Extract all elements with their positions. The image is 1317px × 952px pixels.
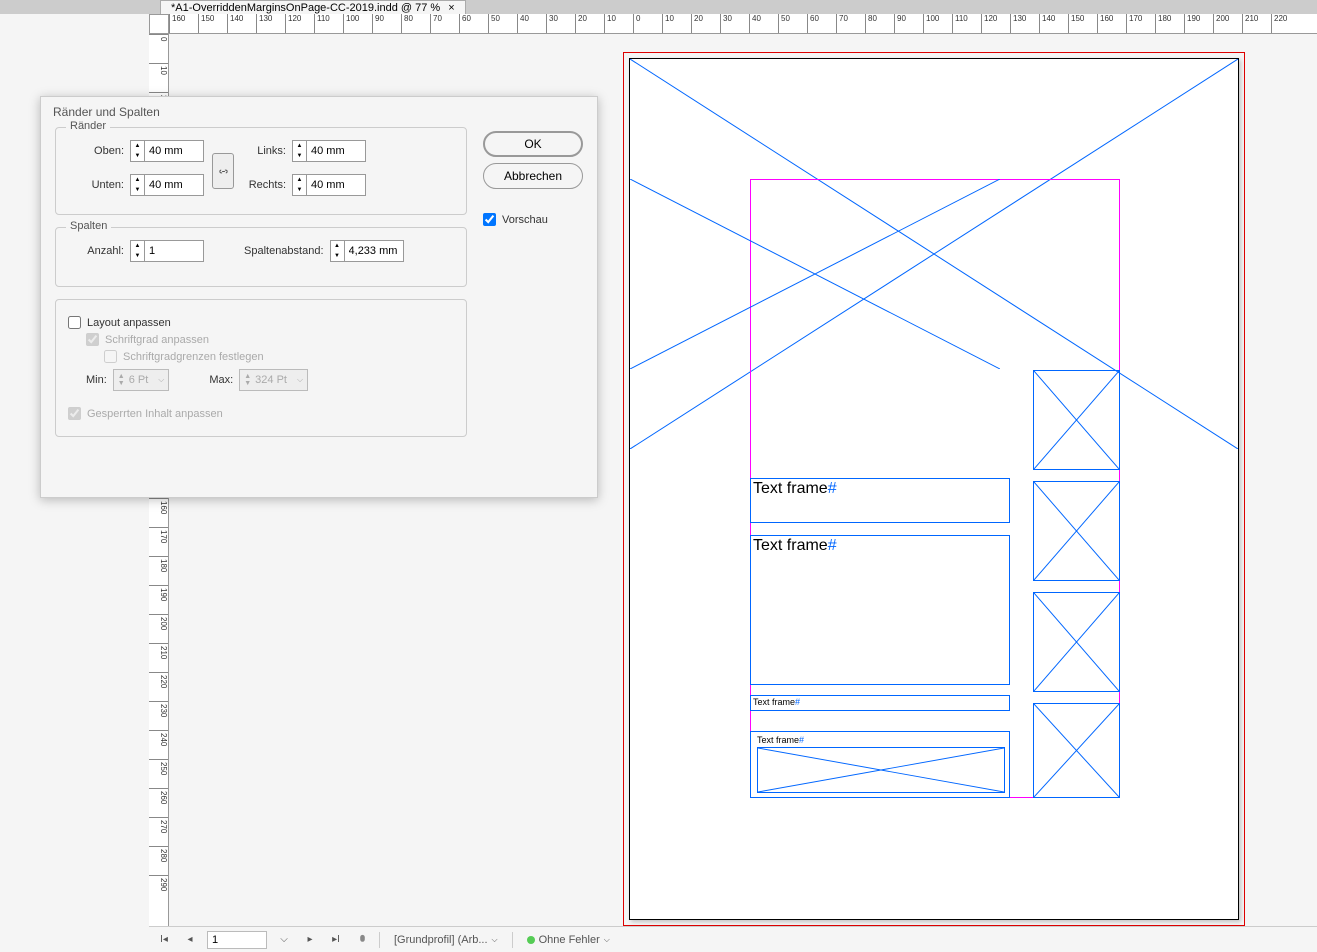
adjust-fontsize-checkbox: Schriftgrad anpassen xyxy=(86,333,454,346)
tab-title: *A1-OverriddenMarginsOnPage-CC-2019.indd… xyxy=(171,2,440,14)
gutter-label: Spaltenabstand: xyxy=(244,245,324,257)
font-limits-checkbox: Schriftgradgrenzen festlegen xyxy=(104,350,454,363)
link-margins-button[interactable] xyxy=(212,153,234,189)
hand-icon xyxy=(357,934,368,945)
next-page-button[interactable]: ▸ xyxy=(301,931,319,949)
column-count-field[interactable]: ▲▼ xyxy=(130,240,204,262)
status-ok-icon xyxy=(527,936,535,944)
text-frame-3[interactable]: Text frame# xyxy=(750,695,1010,711)
anchored-image-frame[interactable] xyxy=(757,747,1005,793)
columns-group: Spalten Anzahl: ▲▼ Spaltenabstand: ▲▼ xyxy=(55,227,467,287)
margins-group: Ränder Oben: ▲▼ Unten: ▲▼ xyxy=(55,127,467,215)
text-frame-content: Text frame# xyxy=(753,480,837,498)
margin-bottom-label: Unten: xyxy=(68,179,124,191)
gutter-field[interactable]: ▲▼ xyxy=(330,240,404,262)
text-frame-2[interactable]: Text frame# xyxy=(750,535,1010,685)
margins-columns-dialog: Ränder und Spalten Ränder Oben: ▲▼ Unten… xyxy=(40,96,598,498)
margin-left-label: Links: xyxy=(242,145,286,157)
page-dropdown-button[interactable]: ⌵ xyxy=(275,931,293,949)
status-bar: I◂ ◂ ⌵ ▸ ▸I [Grundprofil] (Arb...⌵ Ohne … xyxy=(149,926,1317,952)
masterpage-frame-inner[interactable] xyxy=(630,179,1000,369)
max-size-select: ▲▼324 Pt⌵ xyxy=(239,369,308,391)
margins-legend: Ränder xyxy=(66,120,110,132)
min-size-select: ▲▼6 Pt⌵ xyxy=(113,369,170,391)
chain-icon xyxy=(218,166,229,177)
prev-page-button[interactable]: ◂ xyxy=(181,931,199,949)
image-frame-2[interactable] xyxy=(1033,481,1120,581)
first-page-button[interactable]: I◂ xyxy=(155,931,173,949)
margin-right-field[interactable]: ▲▼ xyxy=(292,174,366,196)
preflight-status-dropdown[interactable]: Ohne Fehler⌵ xyxy=(521,934,616,946)
columns-legend: Spalten xyxy=(66,220,111,232)
image-frame-3[interactable] xyxy=(1033,592,1120,692)
page[interactable]: Text frame# Text frame# Text frame# Text… xyxy=(629,58,1239,920)
margin-top-label: Oben: xyxy=(68,145,124,157)
margin-left-field[interactable]: ▲▼ xyxy=(292,140,366,162)
preview-checkbox[interactable]: Vorschau xyxy=(483,213,583,226)
document-tabbar: *A1-OverriddenMarginsOnPage-CC-2019.indd… xyxy=(0,0,1317,14)
text-frame-4[interactable]: Text frame# xyxy=(750,731,1010,798)
image-frame-4[interactable] xyxy=(1033,703,1120,798)
margin-top-field[interactable]: ▲▼ xyxy=(130,140,204,162)
document-tab[interactable]: *A1-OverriddenMarginsOnPage-CC-2019.indd… xyxy=(160,0,466,14)
layout-adjust-group: Layout anpassen Schriftgrad anpassen Sch… xyxy=(55,299,467,437)
min-label: Min: xyxy=(86,374,107,386)
preflight-profile-dropdown[interactable]: [Grundprofil] (Arb...⌵ xyxy=(388,934,504,946)
page-number-field[interactable] xyxy=(207,931,267,949)
ruler-origin[interactable] xyxy=(149,14,169,34)
text-frame-content: Text frame# xyxy=(757,735,804,745)
adjust-locked-checkbox: Gesperrten Inhalt anpassen xyxy=(68,407,454,420)
adjust-layout-checkbox[interactable]: Layout anpassen xyxy=(68,316,454,329)
ok-button[interactable]: OK xyxy=(483,131,583,157)
close-icon[interactable]: × xyxy=(448,2,454,14)
text-frame-content: Text frame# xyxy=(753,537,837,555)
column-count-label: Anzahl: xyxy=(68,245,124,257)
text-frame-1[interactable]: Text frame# xyxy=(750,478,1010,523)
margin-right-label: Rechts: xyxy=(242,179,286,191)
text-frame-content: Text frame# xyxy=(753,697,800,707)
horizontal-ruler[interactable]: 1601501401301201101009080706050403020100… xyxy=(169,14,1317,34)
image-frame-1[interactable] xyxy=(1033,370,1120,470)
last-page-button[interactable]: ▸I xyxy=(327,931,345,949)
max-label: Max: xyxy=(209,374,233,386)
dialog-title: Ränder und Spalten xyxy=(41,97,597,127)
margin-bottom-field[interactable]: ▲▼ xyxy=(130,174,204,196)
open-navigator-button[interactable] xyxy=(353,931,371,949)
cancel-button[interactable]: Abbrechen xyxy=(483,163,583,189)
